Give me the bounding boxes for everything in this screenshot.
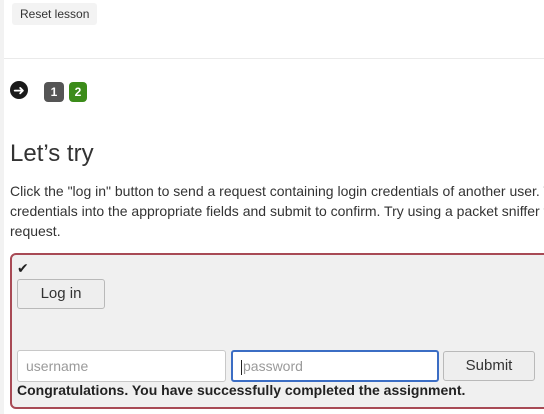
description-line: Click the "log in" button to send a requ… xyxy=(10,183,544,199)
log-in-button[interactable]: Log in xyxy=(17,279,105,309)
checkmark-icon: ✔ xyxy=(17,260,29,276)
username-input[interactable]: username xyxy=(17,350,226,382)
text-caret xyxy=(241,359,242,375)
password-input[interactable]: password xyxy=(231,350,439,382)
left-margin-strip xyxy=(0,0,4,414)
divider xyxy=(4,58,544,59)
description-line: request. xyxy=(10,223,61,239)
description-line: credentials into the appropriate fields … xyxy=(10,203,544,219)
lesson-description: Click the "log in" button to send a requ… xyxy=(10,181,544,241)
page-2-button[interactable]: 2 xyxy=(69,82,87,102)
submit-button[interactable]: Submit xyxy=(443,351,535,381)
reset-lesson-button[interactable]: Reset lesson xyxy=(12,3,98,25)
success-message: Congratulations. You have successfully c… xyxy=(17,382,466,398)
page-title: Let’s try xyxy=(10,140,94,167)
page-1-button[interactable]: 1 xyxy=(44,82,64,102)
assignment-panel: ✔ Log in username password Submit Congra… xyxy=(10,253,544,409)
arrow-left-icon[interactable]: ➜ xyxy=(10,81,28,99)
password-placeholder: password xyxy=(243,358,303,374)
